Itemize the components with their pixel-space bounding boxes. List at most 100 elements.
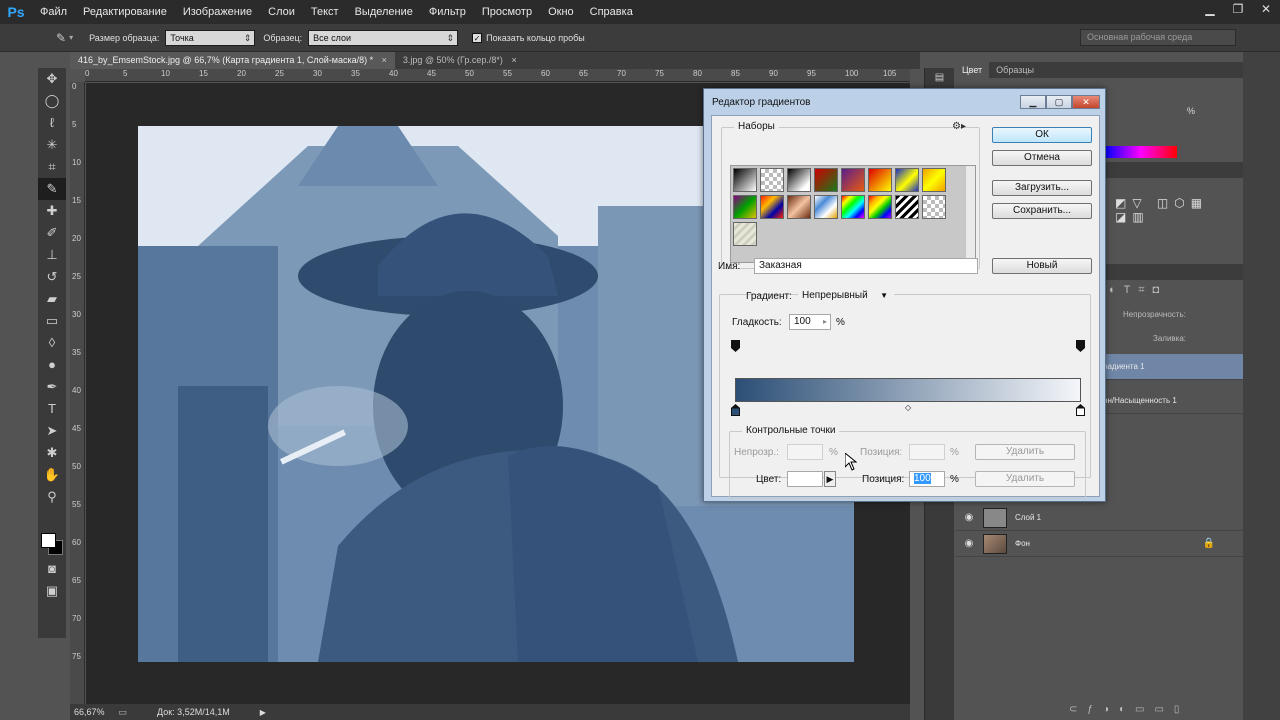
status-menu-arrow-icon[interactable]: ▶ <box>260 708 266 717</box>
type-tool-icon[interactable]: T <box>38 398 66 420</box>
menu-select[interactable]: Выделение <box>347 0 421 24</box>
clone-stamp-tool-icon[interactable]: ⊥ <box>38 244 66 266</box>
preset-swatch[interactable] <box>841 195 865 219</box>
sample-size-select[interactable]: Точка <box>165 29 256 46</box>
eye-icon[interactable]: ◉ <box>955 512 983 523</box>
delete-color-stop-button[interactable]: Удалить <box>975 471 1075 487</box>
preset-swatch[interactable] <box>868 168 892 192</box>
quick-mask-icon[interactable]: ◙ <box>38 558 66 580</box>
opacity-stop-right[interactable] <box>1076 340 1085 352</box>
preset-swatch[interactable] <box>814 168 838 192</box>
gradient-tool-icon[interactable]: ▭ <box>38 310 66 332</box>
close-icon[interactable]: ✕ <box>1252 0 1280 18</box>
foreground-color-swatch[interactable] <box>41 533 56 548</box>
preset-swatch[interactable] <box>895 168 919 192</box>
color-stop-left[interactable] <box>731 404 740 416</box>
preset-swatch[interactable] <box>841 168 865 192</box>
save-button[interactable]: Сохранить... <box>992 203 1092 219</box>
close-icon[interactable]: × <box>382 55 387 65</box>
preset-swatch[interactable] <box>733 195 757 219</box>
presets-gear-icon[interactable]: ⚙▸ <box>952 121 966 132</box>
tool-preset-chevron-icon[interactable]: ▾ <box>69 33 73 42</box>
workspace-select[interactable]: Основная рабочая среда <box>1080 29 1236 46</box>
eyedropper-icon[interactable]: ✎ <box>56 31 66 45</box>
path-selection-tool-icon[interactable]: ➤ <box>38 420 66 442</box>
tab-document-2[interactable]: 3.jpg @ 50% (Гр.сер./8*) × <box>395 52 525 69</box>
gradient-preview-bar[interactable] <box>735 378 1081 402</box>
zoom-tool-icon[interactable]: ⚲ <box>38 486 66 508</box>
presets-scrollbar[interactable] <box>965 166 975 262</box>
ok-button[interactable]: ОК <box>992 127 1092 143</box>
minimize-icon[interactable]: ▁ <box>1196 0 1224 18</box>
sample-select[interactable]: Все слои <box>308 29 459 46</box>
layer-row[interactable]: ◉ Слой 1 <box>955 505 1243 531</box>
color-position-field[interactable]: 100 <box>909 471 945 487</box>
preset-swatch[interactable] <box>868 195 892 219</box>
preset-swatch[interactable] <box>787 195 811 219</box>
layer-row[interactable]: ◉ Фон 🔒 <box>955 531 1243 557</box>
delete-opacity-stop-button[interactable]: Удалить <box>975 444 1075 460</box>
opacity-stop-left[interactable] <box>731 340 740 352</box>
magic-wand-tool-icon[interactable]: ✳ <box>38 134 66 156</box>
tab-color[interactable]: Цвет <box>955 62 990 78</box>
brush-tool-icon[interactable]: ✐ <box>38 222 66 244</box>
preset-swatch[interactable] <box>814 195 838 219</box>
tab-document-1[interactable]: 416_by_EmsemStock.jpg @ 66,7% (Карта гра… <box>70 52 395 69</box>
layer-filter-icons[interactable]: ◐T⌗◘ <box>1109 284 1167 297</box>
smoothness-field[interactable]: 100 ▸ <box>789 314 831 330</box>
pen-tool-icon[interactable]: ✒ <box>38 376 66 398</box>
midpoint-diamond-icon[interactable]: ◇ <box>905 403 911 412</box>
preset-swatch[interactable] <box>922 168 946 192</box>
lasso-tool-icon[interactable]: ℓ <box>38 112 66 134</box>
layer-footer-icons[interactable]: ⊂ƒ◑◐▭▭▯ <box>1069 704 1189 715</box>
preset-swatch[interactable] <box>895 195 919 219</box>
stop-color-swatch[interactable] <box>787 471 823 487</box>
crop-tool-icon[interactable]: ⌗ <box>38 156 66 178</box>
menu-filter[interactable]: Фильтр <box>421 0 474 24</box>
shape-tool-icon[interactable]: ✱ <box>38 442 66 464</box>
menu-edit[interactable]: Редактирование <box>75 0 175 24</box>
menu-image[interactable]: Изображение <box>175 0 260 24</box>
adjustment-icons[interactable]: ◩▽ ◫⬡▦ ◪▥ <box>1115 196 1235 224</box>
eyedropper-tool-icon[interactable]: ✎ <box>38 178 66 200</box>
preset-swatch[interactable] <box>733 222 757 246</box>
gradient-type-select[interactable]: Непрерывный ▼ <box>798 288 894 304</box>
hand-tool-icon[interactable]: ✋ <box>38 464 66 486</box>
show-ring-checkbox[interactable]: ✓ <box>472 32 483 43</box>
color-picker-arrow-icon[interactable]: ▶ <box>824 471 836 487</box>
menu-file[interactable]: Файл <box>32 0 75 24</box>
name-field[interactable]: Заказная <box>754 258 978 274</box>
menu-type[interactable]: Текст <box>303 0 347 24</box>
history-panel-icon[interactable]: ▤ <box>925 72 954 83</box>
dialog-close-icon[interactable]: ✕ <box>1072 95 1100 109</box>
preset-swatch[interactable] <box>760 168 784 192</box>
menu-view[interactable]: Просмотр <box>474 0 540 24</box>
color-stop-right[interactable] <box>1076 404 1085 416</box>
dodge-tool-icon[interactable]: ● <box>38 354 66 376</box>
close-icon[interactable]: × <box>511 55 516 65</box>
restore-icon[interactable]: ❐ <box>1224 0 1252 18</box>
eye-icon[interactable]: ◉ <box>955 538 983 549</box>
move-tool-icon[interactable]: ✥ <box>38 68 66 90</box>
dialog-minimize-icon[interactable]: ▁ <box>1020 95 1046 109</box>
tab-swatches[interactable]: Образцы <box>989 62 1041 78</box>
history-brush-tool-icon[interactable]: ↺ <box>38 266 66 288</box>
preset-swatch[interactable] <box>760 195 784 219</box>
dialog-maximize-icon[interactable]: ▢ <box>1046 95 1072 109</box>
preset-swatch[interactable] <box>922 195 946 219</box>
cancel-button[interactable]: Отмена <box>992 150 1092 166</box>
menu-layers[interactable]: Слои <box>260 0 303 24</box>
menu-window[interactable]: Окно <box>540 0 582 24</box>
preset-swatch[interactable] <box>733 168 757 192</box>
blur-tool-icon[interactable]: ◊ <box>38 332 66 354</box>
menu-help[interactable]: Справка <box>582 0 641 24</box>
zoom-level[interactable]: 66,67% <box>74 707 105 717</box>
color-spectrum[interactable] <box>1105 146 1177 158</box>
healing-brush-tool-icon[interactable]: ✚ <box>38 200 66 222</box>
screen-mode-icon[interactable]: ▣ <box>38 580 66 602</box>
stepper-arrow-icon[interactable]: ▸ <box>823 315 827 329</box>
load-button[interactable]: Загрузить... <box>992 180 1092 196</box>
eraser-tool-icon[interactable]: ▰ <box>38 288 66 310</box>
marquee-tool-icon[interactable]: ◯ <box>38 90 66 112</box>
new-button[interactable]: Новый <box>992 258 1092 274</box>
